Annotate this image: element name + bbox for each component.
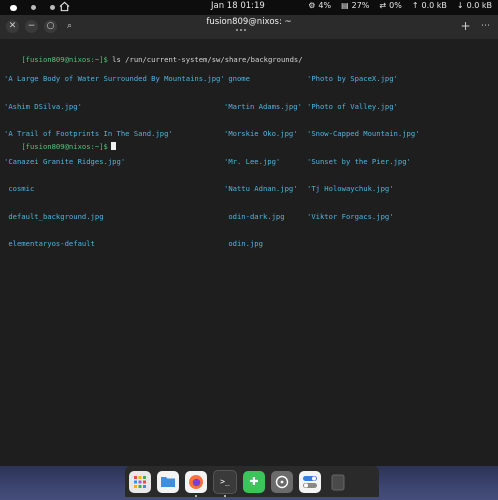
system-tray[interactable]: ⚙ 4% ▤ 27% ⇄ 0% ↑ 0.0 kB ↓ 0.0 kB: [308, 1, 492, 10]
file-entry: 'Morskie Oko.jpg': [224, 129, 298, 139]
upload-value: 0.0 kB: [421, 1, 447, 10]
firefox-icon[interactable]: [185, 470, 207, 497]
file-entry: 'Photo of Valley.jpg': [307, 101, 398, 111]
new-tab-button[interactable]: +: [459, 20, 472, 33]
menu-icon: ⋯: [481, 21, 490, 31]
memory-icon: ▤: [341, 1, 349, 10]
puzzle-glyph: ✚: [249, 475, 259, 488]
file-entry: elementaryos-default: [4, 239, 95, 249]
file-entry: 'Snow-Capped Mountain.jpg': [307, 129, 420, 139]
prompt-line: [fusion809@nixos:~]$: [4, 133, 116, 161]
file-entry: default_background.jpg: [4, 211, 104, 221]
swap-icon: ⇄: [379, 1, 387, 10]
file-entry: odin.jpg: [224, 239, 263, 249]
file-entry: odin-dark.jpg: [224, 211, 285, 221]
trash-glyph: [331, 474, 345, 490]
swap-value: 0%: [389, 1, 402, 10]
download-indicator[interactable]: ↓ 0.0 kB: [457, 1, 492, 10]
plus-icon: +: [460, 19, 471, 33]
file-entry: gnome: [224, 73, 250, 83]
download-value: 0.0 kB: [466, 1, 492, 10]
file-entry: 'Nattu Adnan.jpg': [224, 184, 298, 194]
file-entry: 'Ashim DSilva.jpg': [4, 101, 82, 111]
extensions-icon[interactable]: ✚: [243, 470, 265, 493]
toggle-glyph: [303, 475, 317, 488]
terminal-output[interactable]: [fusion809@nixos:~]$ ls /run/current-sys…: [0, 39, 498, 466]
terminal-headerbar: ✕ − ○ ⌕ fusion809@nixos: ~ + ⋯: [0, 15, 498, 39]
memory-value: 27%: [351, 1, 370, 10]
text-cursor: [110, 142, 116, 151]
home-icon[interactable]: [59, 1, 70, 12]
memory-indicator[interactable]: ▤ 27%: [341, 1, 369, 10]
terminal-icon[interactable]: >_: [213, 469, 237, 497]
clock[interactable]: Jan 18 01:19: [211, 1, 265, 11]
cpu-icon: ⚙: [308, 1, 316, 10]
upload-indicator[interactable]: ↑ 0.0 kB: [412, 1, 447, 10]
app-grid-glyph: [134, 475, 146, 488]
listing-column-1: 'A Large Body of Water Surrounded By Mou…: [4, 56, 225, 268]
workspace-dot-active[interactable]: [10, 5, 17, 11]
file-entry: cosmic: [4, 184, 35, 194]
workspace-indicator[interactable]: [10, 2, 55, 11]
steering-wheel-icon[interactable]: [271, 470, 293, 493]
upload-icon: ↑: [411, 1, 419, 10]
file-entry: 'Sunset by the Pier.jpg': [307, 156, 411, 166]
prompt: [fusion809@nixos:~]$: [21, 142, 108, 152]
file-entry: 'Mr. Lee.jpg': [224, 156, 281, 166]
trash-icon[interactable]: [327, 471, 349, 493]
terminal-glyph: >_: [220, 477, 230, 486]
workspace-dot[interactable]: [50, 5, 55, 10]
file-entry: 'Photo by SpaceX.jpg': [307, 73, 398, 83]
file-entry: 'Tj Holowaychuk.jpg': [307, 184, 394, 194]
cpu-value: 4%: [318, 1, 332, 10]
title-dots-icon: [236, 29, 246, 31]
wheel-glyph: [275, 475, 289, 488]
window-title: fusion809@nixos: ~: [206, 17, 292, 27]
app-grid-icon[interactable]: [129, 470, 151, 493]
menu-button[interactable]: ⋯: [479, 20, 492, 33]
download-icon: ↓: [456, 1, 464, 10]
settings-icon[interactable]: [299, 470, 321, 493]
swap-indicator[interactable]: ⇄ 0%: [379, 1, 401, 10]
file-entry: 'Martin Adams.jpg': [224, 101, 302, 111]
folder-glyph: [161, 477, 175, 487]
listing-column-3: 'Photo by SpaceX.jpg' 'Photo of Valley.j…: [307, 56, 420, 240]
listing-column-2: gnome 'Martin Adams.jpg' 'Morskie Oko.jp…: [224, 56, 302, 268]
cpu-indicator[interactable]: ⚙ 4%: [308, 1, 331, 10]
workspace-dot[interactable]: [31, 5, 36, 10]
running-indicator: [195, 494, 197, 497]
dock: >_ ✚: [125, 466, 379, 497]
top-panel: Jan 18 01:19 ⚙ 4% ▤ 27% ⇄ 0% ↑ 0.0 kB ↓ …: [0, 0, 498, 15]
file-entry: 'Viktor Forgacs.jpg': [307, 211, 394, 221]
running-indicator: [224, 494, 226, 497]
firefox-glyph: [189, 474, 203, 489]
file-entry: 'A Large Body of Water Surrounded By Mou…: [4, 73, 225, 83]
files-icon[interactable]: [157, 470, 179, 493]
